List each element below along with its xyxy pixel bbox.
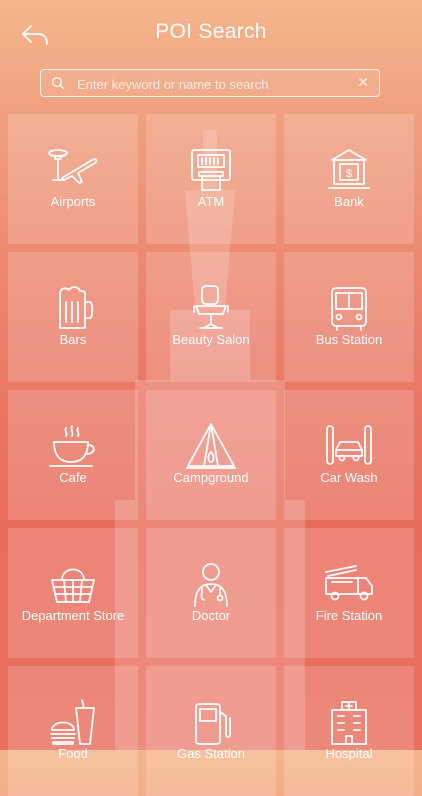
category-tile-fire-station[interactable]: Fire Station — [284, 528, 414, 658]
fire-truck-icon — [325, 565, 373, 601]
category-tile-food[interactable]: Food — [8, 666, 138, 796]
category-label: Bars — [59, 332, 87, 347]
clear-search-icon[interactable]: ✕ — [357, 74, 369, 91]
category-label: Hospital — [325, 746, 373, 761]
category-label: Car Wash — [320, 470, 378, 485]
category-tile-campground[interactable]: Campground — [146, 390, 276, 520]
bus-icon — [331, 287, 367, 331]
category-label: Bus Station — [315, 332, 383, 347]
basket-icon — [51, 568, 95, 603]
category-tile-cafe[interactable]: Cafe — [8, 390, 138, 520]
category-label: Gas Station — [177, 746, 245, 761]
category-tile-atm[interactable]: ATM — [146, 114, 276, 244]
hospital-icon — [331, 701, 367, 745]
bank-icon: $ — [328, 149, 370, 189]
category-label: Food — [58, 746, 88, 761]
search-bar[interactable]: ✕ — [40, 69, 380, 97]
coffee-cup-icon — [49, 425, 95, 467]
doctor-icon — [194, 563, 228, 607]
category-tile-bars[interactable]: Bars — [8, 252, 138, 382]
category-tile-car-wash[interactable]: Car Wash — [284, 390, 414, 520]
category-label: Bank — [334, 194, 364, 209]
page-title: POI Search — [155, 20, 267, 43]
category-label: Fire Station — [315, 608, 383, 623]
category-label: Campground — [173, 470, 249, 485]
category-tile-beauty-salon[interactable]: Beauty Salon — [146, 252, 276, 382]
category-grid: Airports ATM $ Bank Bars Beauty Salon Bu… — [8, 114, 414, 796]
category-label: Airports — [50, 194, 96, 209]
category-label: Cafe — [59, 470, 87, 485]
category-tile-doctor[interactable]: Doctor — [146, 528, 276, 658]
atm-icon — [191, 149, 231, 191]
category-tile-gas-station[interactable]: Gas Station — [146, 666, 276, 796]
category-tile-bank[interactable]: $ Bank — [284, 114, 414, 244]
category-label: ATM — [197, 194, 225, 209]
burger-drink-icon — [50, 699, 95, 745]
category-tile-bus-station[interactable]: Bus Station — [284, 252, 414, 382]
airport-icon — [48, 149, 98, 184]
category-label: Doctor — [191, 608, 231, 623]
salon-chair-icon — [193, 285, 229, 329]
gas-pump-icon — [195, 703, 231, 745]
header: POI Search — [0, 0, 422, 66]
beer-mug-icon — [59, 286, 94, 329]
category-label: Department Store — [21, 608, 125, 623]
category-label: Beauty Salon — [172, 332, 250, 347]
tent-icon — [186, 423, 236, 469]
search-input[interactable] — [75, 72, 359, 96]
category-tile-hospital[interactable]: Hospital — [284, 666, 414, 796]
car-wash-icon — [326, 425, 372, 465]
search-icon — [51, 76, 65, 90]
svg-text:$: $ — [346, 168, 352, 180]
category-tile-airports[interactable]: Airports — [8, 114, 138, 244]
category-tile-department-store[interactable]: Department Store — [8, 528, 138, 658]
